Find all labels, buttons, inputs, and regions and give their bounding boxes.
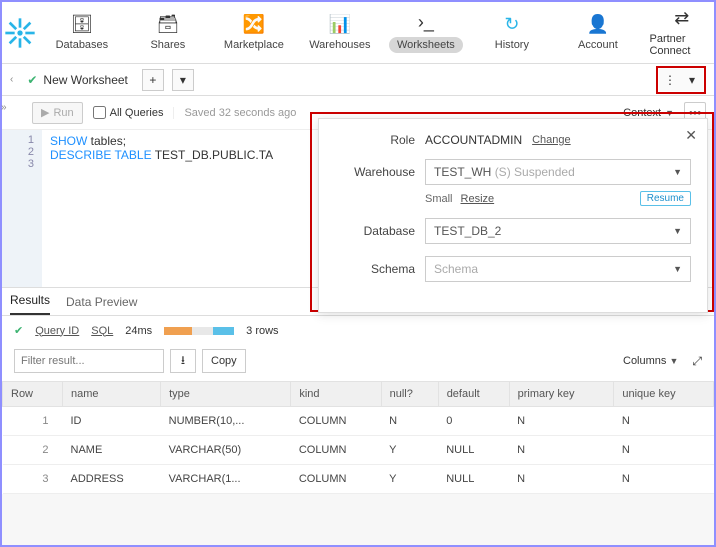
role-value: ACCOUNTADMIN — [425, 133, 522, 147]
worksheet-title: New Worksheet — [43, 73, 127, 87]
top-nav: 🗄Databases 🗃Shares 🔀Marketplace 📊Warehou… — [2, 2, 714, 64]
resume-button[interactable]: Resume — [640, 191, 691, 206]
table-header-row: Row name type kind null? default primary… — [3, 382, 714, 407]
expand-handle[interactable]: » — [1, 102, 7, 113]
nav-warehouses[interactable]: 📊Warehouses — [297, 12, 383, 53]
change-role-link[interactable]: Change — [532, 134, 571, 146]
download-icon: ⭳ — [181, 351, 185, 372]
account-icon: 👤 — [587, 14, 609, 35]
play-icon: ▶ — [41, 106, 49, 119]
all-queries-toggle[interactable]: All Queries — [93, 106, 164, 119]
database-label: Database — [335, 224, 415, 238]
schema-select[interactable]: Schema▼ — [425, 256, 691, 282]
history-icon: ↻ — [504, 14, 519, 35]
warehouse-select[interactable]: TEST_WH (S) Suspended ▼ — [425, 159, 691, 185]
worksheet-bar: ‹ ✔ New Worksheet + ▾ ⋮ ▾ — [2, 64, 714, 96]
ws-menu-caret[interactable]: ▾ — [681, 69, 703, 91]
highlight-box: ⋮ ▾ — [656, 66, 706, 94]
check-icon: ✔ — [14, 324, 23, 337]
ws-collapse-left[interactable]: ‹ — [10, 74, 13, 85]
worksheets-icon: ›_ — [418, 12, 434, 33]
warehouse-label: Warehouse — [335, 165, 415, 179]
table-row[interactable]: 3ADDRESSVARCHAR(1...COLUMNYNULLNN — [3, 465, 714, 494]
schema-label: Schema — [335, 262, 415, 276]
all-queries-checkbox[interactable] — [93, 106, 106, 119]
tab-data-preview[interactable]: Data Preview — [66, 289, 137, 315]
time-bar — [164, 327, 234, 335]
table-row[interactable]: 2NAMEVARCHAR(50)COLUMNYNULLNN — [3, 436, 714, 465]
line-gutter: 123 — [2, 130, 42, 287]
expand-icon[interactable]: ⤢ — [692, 354, 702, 369]
copy-button[interactable]: Copy — [202, 349, 246, 373]
filter-input[interactable] — [14, 349, 164, 373]
nav-worksheets[interactable]: ›_Worksheets — [383, 12, 469, 53]
ws-menu-split[interactable]: ⋮ — [659, 69, 681, 91]
check-icon: ✔ — [27, 73, 37, 87]
snowflake-logo[interactable] — [2, 17, 39, 49]
nav-shares[interactable]: 🗃Shares — [125, 12, 211, 53]
context-dropdown[interactable]: Context▼ — [623, 107, 674, 119]
chevron-down-icon: ▼ — [673, 167, 682, 177]
worksheet-tab[interactable]: ✔ New Worksheet — [21, 73, 134, 87]
add-worksheet-button[interactable]: + — [142, 69, 164, 91]
chevron-down-icon: ▼ — [673, 264, 682, 274]
nav-databases[interactable]: 🗄Databases — [39, 12, 125, 53]
run-button[interactable]: ▶Run — [32, 102, 83, 124]
context-panel: ✕ Role ACCOUNTADMIN Change Warehouse TEST… — [318, 118, 708, 313]
database-select[interactable]: TEST_DB_2▼ — [425, 218, 691, 244]
results-table: Row name type kind null? default primary… — [2, 381, 714, 494]
tab-results[interactable]: Results — [10, 287, 50, 315]
wh-size-text: Small — [425, 193, 453, 205]
sql-link[interactable]: SQL — [91, 325, 113, 337]
nav-marketplace[interactable]: 🔀Marketplace — [211, 12, 297, 53]
sql-editor[interactable]: 123 SHOW tables; DESCRIBE TABLE TEST_DB.… — [2, 130, 714, 288]
table-row[interactable]: 1IDNUMBER(10,...COLUMNN0NN — [3, 407, 714, 436]
nav-partner-connect[interactable]: ⇄Partner Connect — [649, 8, 714, 57]
query-time: 24ms — [125, 325, 152, 337]
query-id-link[interactable]: Query ID — [35, 325, 79, 337]
close-icon[interactable]: ✕ — [685, 127, 697, 144]
columns-dropdown[interactable]: Columns ▼ — [623, 355, 678, 367]
saved-status: Saved 32 seconds ago — [173, 107, 296, 119]
download-button[interactable]: ⭳ — [170, 349, 196, 373]
code-area[interactable]: SHOW tables; DESCRIBE TABLE TEST_DB.PUBL… — [42, 130, 281, 287]
database-icon: 🗄 — [70, 14, 93, 35]
shares-icon: 🗃 — [156, 14, 179, 35]
role-label: Role — [335, 133, 415, 147]
row-count: 3 rows — [246, 325, 278, 337]
caret-icon: ▼ — [665, 108, 674, 118]
resize-link[interactable]: Resize — [461, 193, 495, 205]
chevron-down-icon: ▼ — [673, 226, 682, 236]
query-info: ✔ Query ID SQL 24ms 3 rows — [2, 316, 714, 345]
nav-account[interactable]: 👤Account — [555, 12, 641, 53]
nav-history[interactable]: ↻History — [469, 12, 555, 53]
marketplace-icon: 🔀 — [243, 14, 265, 35]
warehouses-icon: 📊 — [329, 14, 351, 35]
partner-icon: ⇄ — [674, 8, 689, 29]
worksheet-menu-button[interactable]: ▾ — [172, 69, 194, 91]
snowflake-icon — [4, 17, 36, 49]
filter-bar: ⭳ Copy Columns ▼ ⤢ — [2, 345, 714, 381]
